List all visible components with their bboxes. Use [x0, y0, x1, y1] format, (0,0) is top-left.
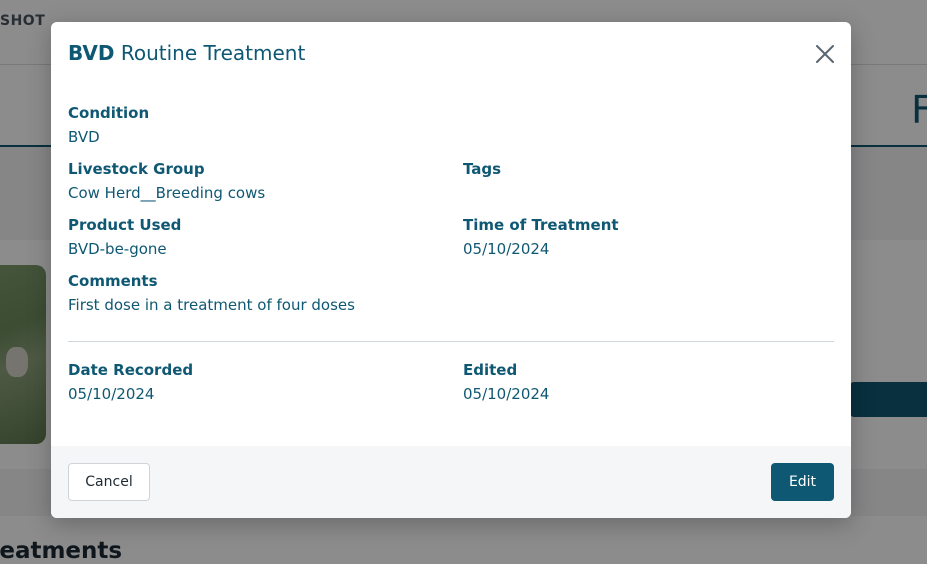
dialog-title-condition: BVD — [68, 41, 115, 65]
date-recorded-value: 05/10/2024 — [68, 385, 155, 403]
comments-label: Comments — [68, 272, 158, 290]
condition-field: Condition BVD — [68, 103, 149, 147]
comments-value: First dose in a treatment of four doses — [68, 296, 355, 314]
tags-field: Tags — [463, 159, 501, 183]
cancel-button[interactable]: Cancel — [68, 463, 150, 501]
livestock-group-field: Livestock Group Cow Herd__Breeding cows — [68, 159, 265, 203]
livestock-group-value: Cow Herd__Breeding cows — [68, 184, 266, 202]
livestock-group-label: Livestock Group — [68, 160, 205, 178]
comments-field: Comments First dose in a treatment of fo… — [68, 271, 355, 315]
edited-value: 05/10/2024 — [463, 385, 550, 403]
close-button[interactable] — [813, 42, 837, 66]
product-used-field: Product Used BVD-be-gone — [68, 215, 181, 259]
time-of-treatment-field: Time of Treatment 05/10/2024 — [463, 215, 619, 259]
condition-value: BVD — [68, 128, 100, 146]
edit-button[interactable]: Edit — [771, 463, 834, 501]
edited-field: Edited 05/10/2024 — [463, 360, 549, 404]
dialog-footer: Cancel Edit — [51, 446, 851, 518]
close-icon — [816, 45, 834, 63]
product-used-label: Product Used — [68, 216, 182, 234]
product-used-value: BVD-be-gone — [68, 240, 167, 258]
edited-label: Edited — [463, 361, 518, 379]
tags-label: Tags — [463, 160, 502, 178]
condition-label: Condition — [68, 104, 150, 122]
date-recorded-label: Date Recorded — [68, 361, 194, 379]
dialog-title-text: Routine Treatment — [120, 41, 306, 65]
date-recorded-field: Date Recorded 05/10/2024 — [68, 360, 193, 404]
time-of-treatment-value: 05/10/2024 — [463, 240, 550, 258]
time-of-treatment-label: Time of Treatment — [463, 216, 619, 234]
treatment-details-dialog: BVD Routine Treatment Condition BVD Live… — [51, 22, 851, 518]
section-divider — [68, 341, 834, 342]
dialog-title: BVD Routine Treatment — [68, 41, 305, 65]
